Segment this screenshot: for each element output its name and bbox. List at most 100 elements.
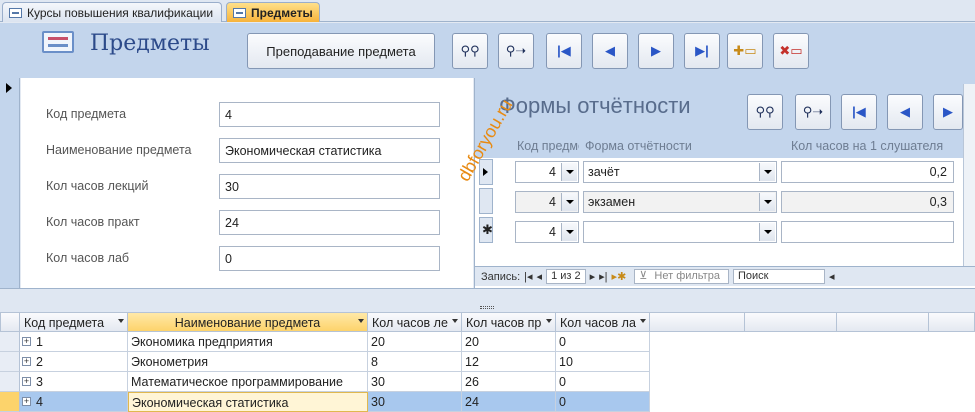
split-form-splitter[interactable] xyxy=(0,288,975,312)
sub-new-row-selector[interactable]: ✱ xyxy=(479,217,493,243)
table-cell-practice[interactable]: 24 xyxy=(462,392,556,412)
expand-plus-icon[interactable]: + xyxy=(22,377,31,386)
table-cell-code[interactable]: +4 xyxy=(20,392,128,412)
sub-find-button[interactable]: ⚲⚲ xyxy=(747,94,783,130)
table-cell-lectures[interactable]: 8 xyxy=(368,352,462,372)
find-button[interactable]: ⚲⚲ xyxy=(452,33,488,69)
sort-arrow-icon[interactable] xyxy=(546,319,552,323)
table-cell-lectures[interactable]: 20 xyxy=(368,332,462,352)
sub-prev-record-button[interactable]: ◀ xyxy=(887,94,923,130)
dropdown-arrow-icon[interactable] xyxy=(759,193,775,211)
cell-text: 4 xyxy=(36,395,43,409)
sort-arrow-icon[interactable] xyxy=(640,319,646,323)
sub-first-record-button[interactable]: |◀ xyxy=(841,94,877,130)
column-header-code[interactable]: Код предмета xyxy=(20,312,128,332)
prev-record-button[interactable]: ◀ xyxy=(592,33,628,69)
row-selector[interactable] xyxy=(0,392,20,412)
sub-form-cell[interactable]: зачёт xyxy=(583,161,777,183)
sub-next-record-button[interactable]: ▶ xyxy=(933,94,963,130)
find-next-button[interactable]: ⚲➝ xyxy=(498,33,534,69)
table-cell-labs[interactable]: 0 xyxy=(556,392,650,412)
column-header-label: Кол часов практ xyxy=(466,316,542,330)
sub-hours-cell[interactable] xyxy=(781,221,954,243)
lectures-field[interactable]: 30 xyxy=(219,174,440,199)
table-cell-code[interactable]: +2 xyxy=(20,352,128,372)
table-cell-practice[interactable]: 26 xyxy=(462,372,556,392)
table-cell-name[interactable]: Экономическая статистика xyxy=(128,392,368,412)
binoculars-icon: ⚲⚲ xyxy=(755,104,775,119)
column-header-labs[interactable]: Кол часов лаб xyxy=(556,312,650,332)
last-record-icon[interactable]: ▸| xyxy=(599,270,607,283)
sub-find-next-button[interactable]: ⚲➝ xyxy=(795,94,831,130)
sort-arrow-icon[interactable] xyxy=(118,319,124,323)
tab-subjects[interactable]: Предметы xyxy=(226,2,320,22)
empty-column-header xyxy=(929,312,975,332)
dropdown-arrow-icon[interactable] xyxy=(561,223,577,241)
code-field[interactable]: 4 xyxy=(219,102,440,127)
sort-arrow-icon[interactable] xyxy=(452,319,458,323)
row-selector[interactable] xyxy=(0,352,20,372)
table-cell-lectures[interactable]: 30 xyxy=(368,372,462,392)
sub-form-cell[interactable] xyxy=(583,221,777,243)
form-logo-icon xyxy=(42,31,74,53)
sort-arrow-icon[interactable] xyxy=(358,319,364,323)
table-cell-name[interactable]: Эконометрия xyxy=(128,352,368,372)
expand-plus-icon[interactable]: + xyxy=(22,357,31,366)
dropdown-arrow-icon[interactable] xyxy=(561,163,577,181)
dropdown-arrow-icon[interactable] xyxy=(759,163,775,181)
search-box[interactable]: Поиск xyxy=(732,269,825,284)
tab-courses[interactable]: Курсы повышения квалификации xyxy=(2,2,222,22)
field-label-name: Наименование предмета xyxy=(46,143,192,157)
table-cell-name[interactable]: Математическое программирование xyxy=(128,372,368,392)
table-cell-practice[interactable]: 12 xyxy=(462,352,556,372)
column-header-practice[interactable]: Кол часов практ xyxy=(462,312,556,332)
record-position[interactable]: 1 из 2 xyxy=(546,269,586,284)
new-record-icon[interactable]: ▸✱ xyxy=(612,270,627,283)
splitter-grip-icon[interactable] xyxy=(480,306,494,309)
table-cell-name[interactable]: Экономика предприятия xyxy=(128,332,368,352)
reporting-forms-subform: Формы отчётности ⚲⚲ ⚲➝ |◀ ◀ ▶ Код предме… xyxy=(474,78,975,288)
table-cell-code[interactable]: +3 xyxy=(20,372,128,392)
sub-code-cell[interactable]: 4 xyxy=(515,161,579,183)
table-cell-labs[interactable]: 0 xyxy=(556,372,650,392)
name-field[interactable]: Экономическая статистика xyxy=(219,138,440,163)
detail-section: Код предмета 4 Наименование предмета Эко… xyxy=(21,78,473,288)
column-header-lectures[interactable]: Кол часов лекций xyxy=(368,312,462,332)
table-cell-code[interactable]: +1 xyxy=(20,332,128,352)
first-record-icon[interactable]: |◂ xyxy=(524,270,532,283)
sub-form-cell[interactable]: экзамен xyxy=(583,191,777,213)
column-header-name[interactable]: Наименование предмета xyxy=(128,312,368,332)
sub-code-cell[interactable]: 4 xyxy=(515,191,579,213)
practice-field[interactable]: 24 xyxy=(219,210,440,235)
teach-subject-button[interactable]: Преподавание предмета xyxy=(247,33,435,69)
table-cell-practice[interactable]: 20 xyxy=(462,332,556,352)
last-record-button[interactable]: ▶| xyxy=(684,33,720,69)
table-cell-labs[interactable]: 0 xyxy=(556,332,650,352)
column-header-label: Наименование предмета xyxy=(174,316,321,330)
first-record-button[interactable]: |◀ xyxy=(546,33,582,69)
prev-record-icon[interactable]: ◂ xyxy=(537,270,543,283)
sub-code-cell[interactable]: 4 xyxy=(515,221,579,243)
dropdown-arrow-icon[interactable] xyxy=(759,223,775,241)
expand-plus-icon[interactable]: + xyxy=(22,397,31,406)
table-cell-lectures[interactable]: 30 xyxy=(368,392,462,412)
filter-indicator[interactable]: ⊻ Нет фильтра xyxy=(634,269,729,284)
row-selector[interactable] xyxy=(0,332,20,352)
new-record-button[interactable]: ✚▭ xyxy=(727,33,763,69)
labs-field[interactable]: 0 xyxy=(219,246,440,271)
sub-hours-cell[interactable]: 0,2 xyxy=(781,161,954,183)
next-record-button[interactable]: ▶ xyxy=(638,33,674,69)
table-cell-labs[interactable]: 10 xyxy=(556,352,650,372)
sub-col-form: Форма отчётности xyxy=(585,139,692,153)
next-record-icon[interactable]: ▸ xyxy=(590,270,596,283)
sub-hours-cell[interactable]: 0,3 xyxy=(781,191,954,213)
select-all-corner[interactable] xyxy=(0,312,20,332)
dropdown-arrow-icon[interactable] xyxy=(561,193,577,211)
row-selector[interactable] xyxy=(0,372,20,392)
sub-row-selector[interactable] xyxy=(479,188,493,214)
scroll-left-icon[interactable]: ◂ xyxy=(829,270,835,283)
delete-record-button[interactable]: ✖▭ xyxy=(773,33,809,69)
expand-plus-icon[interactable]: + xyxy=(22,337,31,346)
record-selector[interactable] xyxy=(0,78,20,288)
sub-vertical-scrollbar[interactable] xyxy=(963,84,975,266)
